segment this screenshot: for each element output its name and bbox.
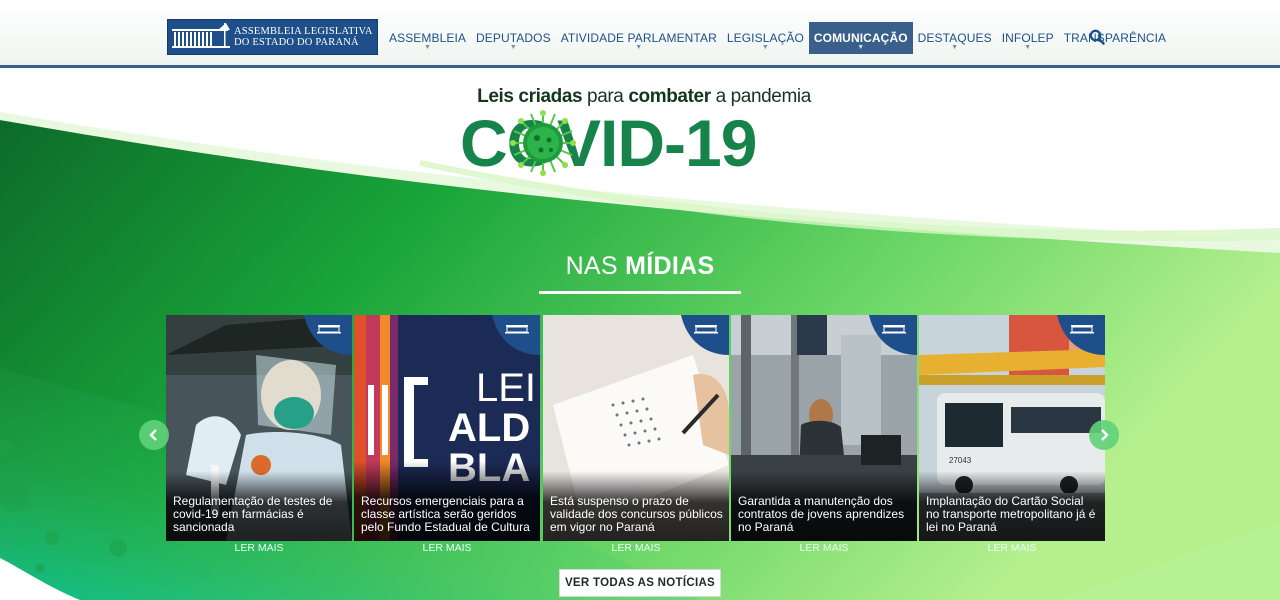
news-card[interactable]: LEI ALD BLA Recursos emergenciais para a… [354,315,540,541]
news-card[interactable]: Garantida a manutenção dos contratos de … [731,315,917,541]
news-card-caption: Implantação do Cartão Social no transpor… [926,494,1096,534]
news-carousel: Regulamentação de testes de covid-19 em … [166,315,1106,555]
nav-label: ATIVIDADE PARLAMENTAR [560,31,717,45]
site-logo[interactable]: ASSEMBLEIA LEGISLATIVA DO ESTADO DO PARA… [167,19,378,55]
chevron-right-icon [1101,429,1109,441]
bus-number: 27043 [949,456,972,465]
read-more-link[interactable]: LER MAIS [543,542,729,554]
caret-down-icon: ▼ [424,44,432,51]
nav-destaques[interactable]: DESTAQUES ▼ [913,22,997,54]
heading-bold: MÍDIAS [625,252,715,280]
banner-title-text: COVID-19 [460,106,757,180]
news-card[interactable]: Regulamentação de testes de covid-19 em … [166,315,352,541]
search-icon[interactable] [1089,29,1105,45]
nav-transparencia[interactable]: TRANSPARÊNCIA [1059,22,1171,54]
news-card[interactable]: Está suspenso o prazo de validade dos co… [543,315,729,541]
caret-down-icon: ▼ [951,44,959,51]
banner-title[interactable]: COVID-19 [460,103,830,183]
read-more-link[interactable]: LER MAIS [354,542,540,554]
alep-badge-icon [1057,315,1105,355]
logo-line-1: ASSEMBLEIA LEGISLATIVA [234,26,373,37]
nav-assembleia[interactable]: ASSEMBLEIA ▼ [384,22,471,54]
caret-down-icon: ▼ [857,44,865,51]
image-text: LEI [476,366,536,410]
heading-light: NAS [565,252,626,280]
alep-badge-icon [869,315,917,355]
news-card-caption: Está suspenso o prazo de validade dos co… [550,494,723,534]
caret-down-icon: ▼ [761,44,769,51]
nav-label: INFOLEP [1001,31,1054,45]
logo-line-2: DO ESTADO DO PARANÁ [234,37,359,48]
site-header: ASSEMBLEIA LEGISLATIVA DO ESTADO DO PARA… [0,0,1280,68]
news-card[interactable]: 27043 Implantação do Cartão Social no tr… [919,315,1105,541]
read-more-link[interactable]: LER MAIS [919,542,1105,554]
carousel-next-button[interactable] [1089,420,1119,450]
carousel-prev-button[interactable] [139,420,169,450]
nav-label: DESTAQUES [917,31,992,45]
chevron-left-icon [149,429,157,441]
nav-legislacao[interactable]: LEGISLAÇÃO ▼ [722,22,809,54]
nav-label: TRANSPARÊNCIA [1063,31,1167,45]
section-heading: NAS MÍDIAS [539,252,741,281]
nav-deputados[interactable]: DEPUTADOS ▼ [471,22,556,54]
image-text: ALD [448,406,530,450]
news-card-caption: Regulamentação de testes de covid-19 em … [173,494,333,534]
nav-label: COMUNICAÇÃO [813,31,908,45]
building-logo-icon [172,23,230,48]
news-card-caption: Recursos emergenciais para a classe artí… [361,494,530,534]
news-card-caption: Garantida a manutenção dos contratos de … [738,494,905,534]
main-nav: ASSEMBLEIA ▼ DEPUTADOS ▼ ATIVIDADE PARLAME… [384,22,1171,54]
nav-label: DEPUTADOS [476,31,551,45]
alep-badge-icon [492,315,540,355]
nav-label: LEGISLAÇÃO [726,31,804,45]
caret-down-icon: ▼ [1024,44,1032,51]
nav-atividade-parlamentar[interactable]: ATIVIDADE PARLAMENTAR ▼ [556,22,722,54]
alep-badge-icon [681,315,729,355]
view-all-news-button[interactable]: VER TODAS AS NOTÍCIAS [559,569,721,597]
alep-badge-icon [304,315,352,355]
caret-down-icon: ▼ [635,44,643,51]
read-more-link[interactable]: LER MAIS [166,542,352,554]
nav-infolep[interactable]: INFOLEP ▼ [997,22,1059,54]
nav-label: ASSEMBLEIA [389,31,467,45]
read-more-link[interactable]: LER MAIS [731,542,917,554]
nav-comunicacao[interactable]: COMUNICAÇÃO ▼ [808,22,913,54]
heading-underline [539,291,741,294]
virus-icon [510,110,576,176]
caret-down-icon: ▼ [509,44,517,51]
